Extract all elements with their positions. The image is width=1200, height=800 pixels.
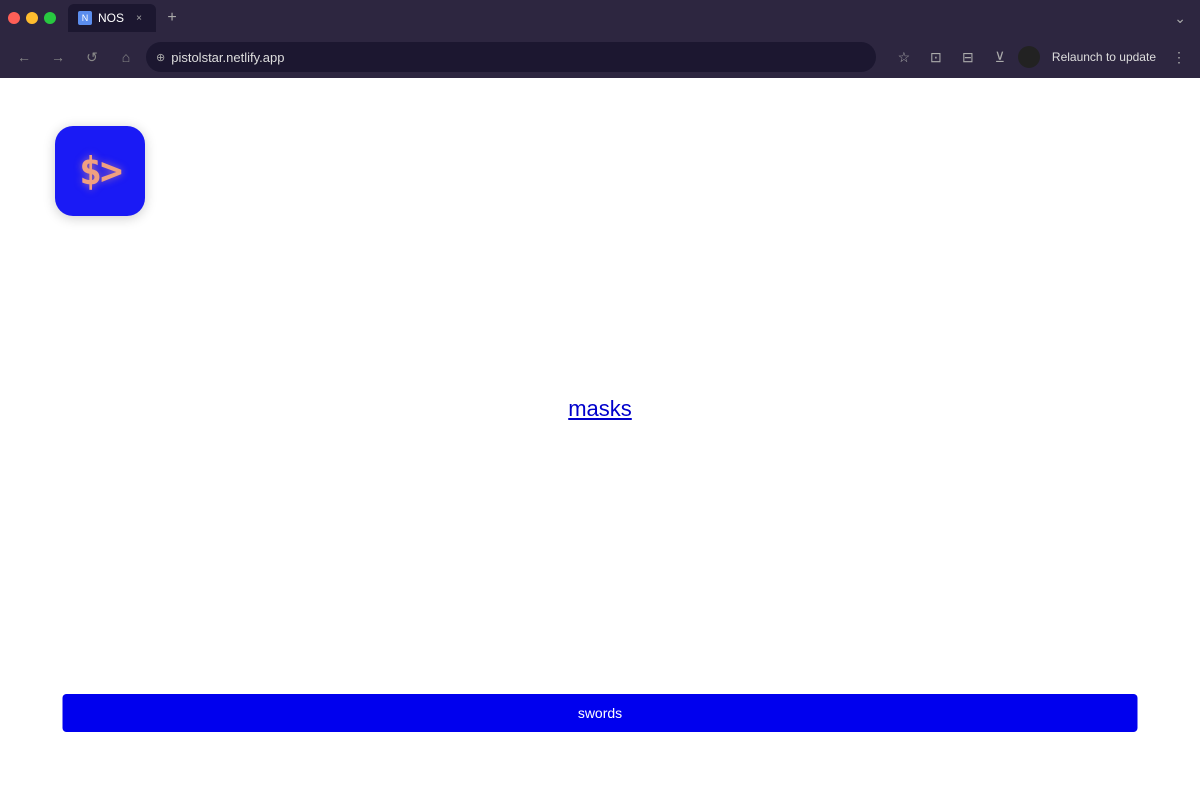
page-content: $> masks — [0, 78, 1200, 800]
back-button[interactable]: ← — [10, 43, 38, 71]
window-minimize-button[interactable] — [26, 12, 38, 24]
center-link-container: masks — [568, 396, 632, 422]
window-controls — [8, 12, 56, 24]
tab-bar-right: ⌄ — [1168, 6, 1192, 31]
browser-chrome: N NOS × + ⌄ ← → ↺ ⌂ ⊕ pistolstar.netlify… — [0, 0, 1200, 78]
relaunch-button[interactable]: Relaunch to update — [1044, 46, 1164, 68]
url-bar: ← → ↺ ⌂ ⊕ pistolstar.netlify.app ☆ ⊡ ⊟ ⊻… — [0, 36, 1200, 78]
tab-close-button[interactable]: × — [132, 11, 146, 25]
tab-favicon-text: N — [82, 13, 89, 23]
url-input-wrap[interactable]: ⊕ pistolstar.netlify.app — [146, 42, 876, 72]
app-logo: $> — [55, 126, 145, 216]
new-tab-button[interactable]: + — [160, 6, 184, 30]
download-button[interactable]: ⊻ — [986, 43, 1014, 71]
security-icon: ⊕ — [156, 51, 165, 64]
url-bar-actions: ☆ ⊡ ⊟ ⊻ Relaunch to update ⋮ — [890, 43, 1190, 71]
extensions-button[interactable]: ⊡ — [922, 43, 950, 71]
home-button[interactable]: ⌂ — [112, 43, 140, 71]
tab-bar: N NOS × + ⌄ — [0, 0, 1200, 36]
search-input[interactable] — [63, 694, 1138, 732]
app-logo-text: $> — [79, 149, 121, 193]
bookmark-button[interactable]: ☆ — [890, 43, 918, 71]
url-display: pistolstar.netlify.app — [171, 50, 866, 65]
browser-menu-button[interactable]: ⋮ — [1168, 47, 1190, 68]
profile-avatar[interactable] — [1018, 46, 1040, 68]
bottom-input-wrap — [63, 694, 1138, 732]
tab-list-chevron-icon[interactable]: ⌄ — [1168, 6, 1192, 31]
masks-link[interactable]: masks — [568, 396, 632, 421]
window-close-button[interactable] — [8, 12, 20, 24]
active-tab[interactable]: N NOS × — [68, 4, 156, 32]
tab-title: NOS — [98, 11, 124, 25]
reload-button[interactable]: ↺ — [78, 43, 106, 71]
cast-button[interactable]: ⊟ — [954, 43, 982, 71]
forward-button[interactable]: → — [44, 43, 72, 71]
window-maximize-button[interactable] — [44, 12, 56, 24]
tab-favicon: N — [78, 11, 92, 25]
